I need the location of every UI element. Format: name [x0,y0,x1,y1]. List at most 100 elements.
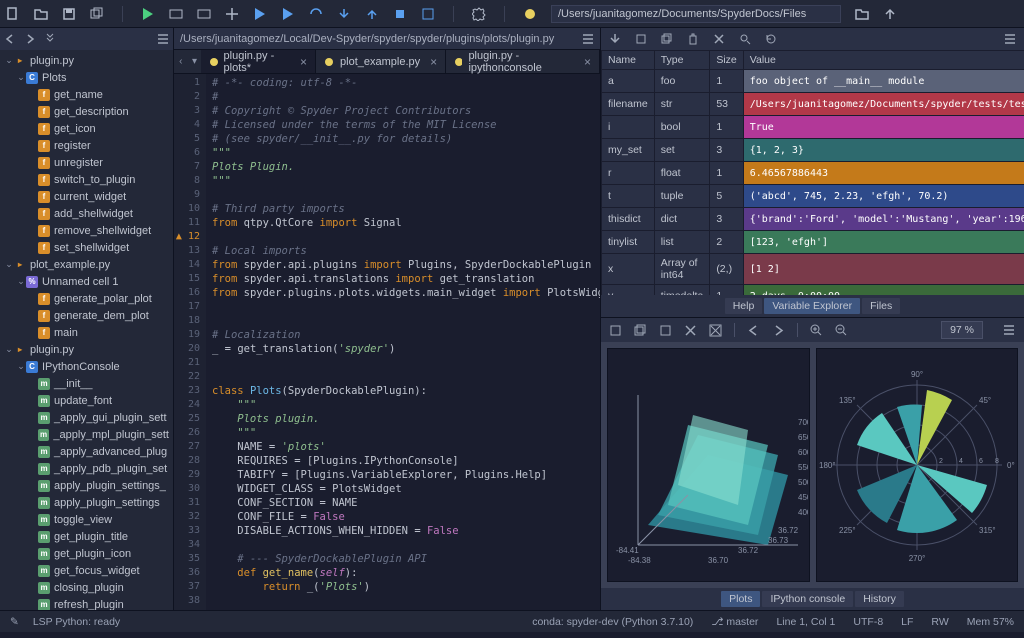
import-icon[interactable] [609,33,621,45]
expand-all-icon[interactable] [44,33,56,45]
run-selection-icon[interactable] [225,7,239,21]
outline-item[interactable]: fremove_shellwidget [0,222,173,239]
stop-icon[interactable] [393,7,407,21]
save-all-plots-icon[interactable] [634,324,647,337]
outline-item[interactable]: mget_plugin_title [0,528,173,545]
variable-row[interactable]: ttuple5('abcd', 745, 2.23, 'efgh', 70.2) [602,185,1024,208]
delete-icon[interactable] [713,33,725,45]
search-var-icon[interactable] [739,33,751,45]
outline-item[interactable]: ⌄CPlots [0,69,173,86]
outline-item[interactable]: fget_icon [0,120,173,137]
exit-debug-icon[interactable] [421,7,435,21]
outline-tree[interactable]: ⌄▸plugin.py⌄CPlotsfget_namefget_descript… [0,50,173,610]
parent-dir-icon[interactable] [883,7,897,21]
outline-item[interactable]: m__init__ [0,375,173,392]
lsp-status[interactable]: LSP Python: ready [33,616,120,628]
remove-all-plots-icon[interactable] [709,324,722,337]
outline-item[interactable]: m_apply_gui_plugin_sett [0,409,173,426]
save-plot-icon[interactable] [609,324,622,337]
variable-row[interactable]: tinylistlist2[123, 'efgh'] [602,231,1024,254]
outline-item[interactable]: m_apply_mpl_plugin_sett [0,426,173,443]
col-name[interactable]: Name [602,51,655,70]
line-gutter[interactable]: 1234567891011▲ 1213141516171819202122232… [174,74,206,610]
tab-plots[interactable]: Plots [721,591,760,607]
plot-viewer[interactable]: 700 650 600 550 500 450 400 36.72 36.73 … [601,342,1024,588]
menu-icon[interactable] [157,33,169,45]
outline-item[interactable]: mupdate_font [0,392,173,409]
tab-plugin-ipython[interactable]: plugin.py - ipythonconsole × [446,50,600,73]
outline-item[interactable]: mclosing_plugin [0,579,173,596]
editor-menu-icon[interactable] [582,33,594,45]
code-content[interactable]: # -*- coding: utf-8 -*- # # Copyright © … [206,74,600,610]
variable-row[interactable]: ibool1True [602,116,1024,139]
save-all-icon[interactable] [90,7,104,21]
tab-ipython[interactable]: IPython console [762,591,853,607]
variable-row[interactable]: ytimedelta12 days, 0:00:00 [602,285,1024,296]
working-dir-input[interactable] [551,5,841,23]
next-plot-icon[interactable] [772,324,785,337]
preferences-icon[interactable] [472,7,486,21]
new-file-icon[interactable] [6,7,20,21]
plot-menu-icon[interactable] [1003,324,1016,337]
copy-plot-icon[interactable] [659,324,672,337]
variable-table[interactable]: Name Type Size Value afoo1foo object of … [601,50,1024,295]
close-tab-icon[interactable]: × [584,55,591,69]
variable-row[interactable]: xArray of int64(2,)[1 2] [602,254,1024,285]
outline-item[interactable]: ⌄%Unnamed cell 1 [0,273,173,290]
tab-variable-explorer[interactable]: Variable Explorer [764,298,860,314]
zoom-in-icon[interactable] [810,324,823,337]
outline-item[interactable]: ⌄▸plot_example.py [0,256,173,273]
debug-icon[interactable] [253,7,267,21]
outline-item[interactable]: m_apply_advanced_plug [0,443,173,460]
encoding[interactable]: UTF-8 [853,616,883,628]
line-ending[interactable]: LF [901,616,913,628]
refresh-icon[interactable] [765,33,777,45]
tab-plugin-plots[interactable]: plugin.py - plots* × [201,50,316,73]
python-icon[interactable] [523,7,537,21]
variable-row[interactable]: afoo1foo object of __main__ module [602,70,1024,93]
outline-item[interactable]: funregister [0,154,173,171]
outline-item[interactable]: fadd_shellwidget [0,205,173,222]
debug-step-out-icon[interactable] [365,7,379,21]
outline-item[interactable]: fset_shellwidget [0,239,173,256]
outline-item[interactable]: mapply_plugin_settings_ [0,477,173,494]
save-icon[interactable] [62,7,76,21]
outline-item[interactable]: fregister [0,137,173,154]
outline-item[interactable]: m_apply_pdb_plugin_set [0,460,173,477]
tab-list-icon[interactable]: ▾ [188,50,202,73]
outline-item[interactable]: ⌄▸plugin.py [0,341,173,358]
tab-files[interactable]: Files [862,298,900,314]
browse-dir-icon[interactable] [855,7,869,21]
outline-item[interactable]: mrefresh_plugin [0,596,173,610]
variable-row[interactable]: thisdictdict3{'brand':'Ford', 'model':'M… [602,208,1024,231]
debug-step-icon[interactable] [281,7,295,21]
outline-item[interactable]: fswitch_to_plugin [0,171,173,188]
tab-history[interactable]: History [855,591,904,607]
back-icon[interactable] [4,33,16,45]
variable-row[interactable]: rfloat16.46567886443 [602,162,1024,185]
kite-icon[interactable]: ✎ [10,616,19,628]
run-icon[interactable] [141,7,155,21]
outline-item[interactable]: fmain [0,324,173,341]
save-all-data-icon[interactable] [661,33,673,45]
outline-item[interactable]: fget_name [0,86,173,103]
col-type[interactable]: Type [654,51,710,70]
debug-step-into-icon[interactable] [337,7,351,21]
outline-item[interactable]: mtoggle_view [0,511,173,528]
outline-item[interactable]: fgenerate_dem_plot [0,307,173,324]
col-value[interactable]: Value [743,51,1024,70]
outline-item[interactable]: ⌄▸plugin.py [0,52,173,69]
outline-item[interactable]: fget_description [0,103,173,120]
save-data-icon[interactable] [635,33,647,45]
conda-env[interactable]: conda: spyder-dev (Python 3.7.10) [532,616,693,628]
close-tab-icon[interactable]: × [300,55,307,69]
tab-help[interactable]: Help [725,298,763,314]
code-editor[interactable]: 1234567891011▲ 1213141516171819202122232… [174,74,600,610]
run-cell-advance-icon[interactable] [197,7,211,21]
forward-icon[interactable] [24,33,36,45]
outline-item[interactable]: mget_plugin_icon [0,545,173,562]
outline-item[interactable]: fcurrent_widget [0,188,173,205]
outline-item[interactable]: mget_focus_widget [0,562,173,579]
prev-plot-icon[interactable] [747,324,760,337]
run-cell-icon[interactable] [169,7,183,21]
